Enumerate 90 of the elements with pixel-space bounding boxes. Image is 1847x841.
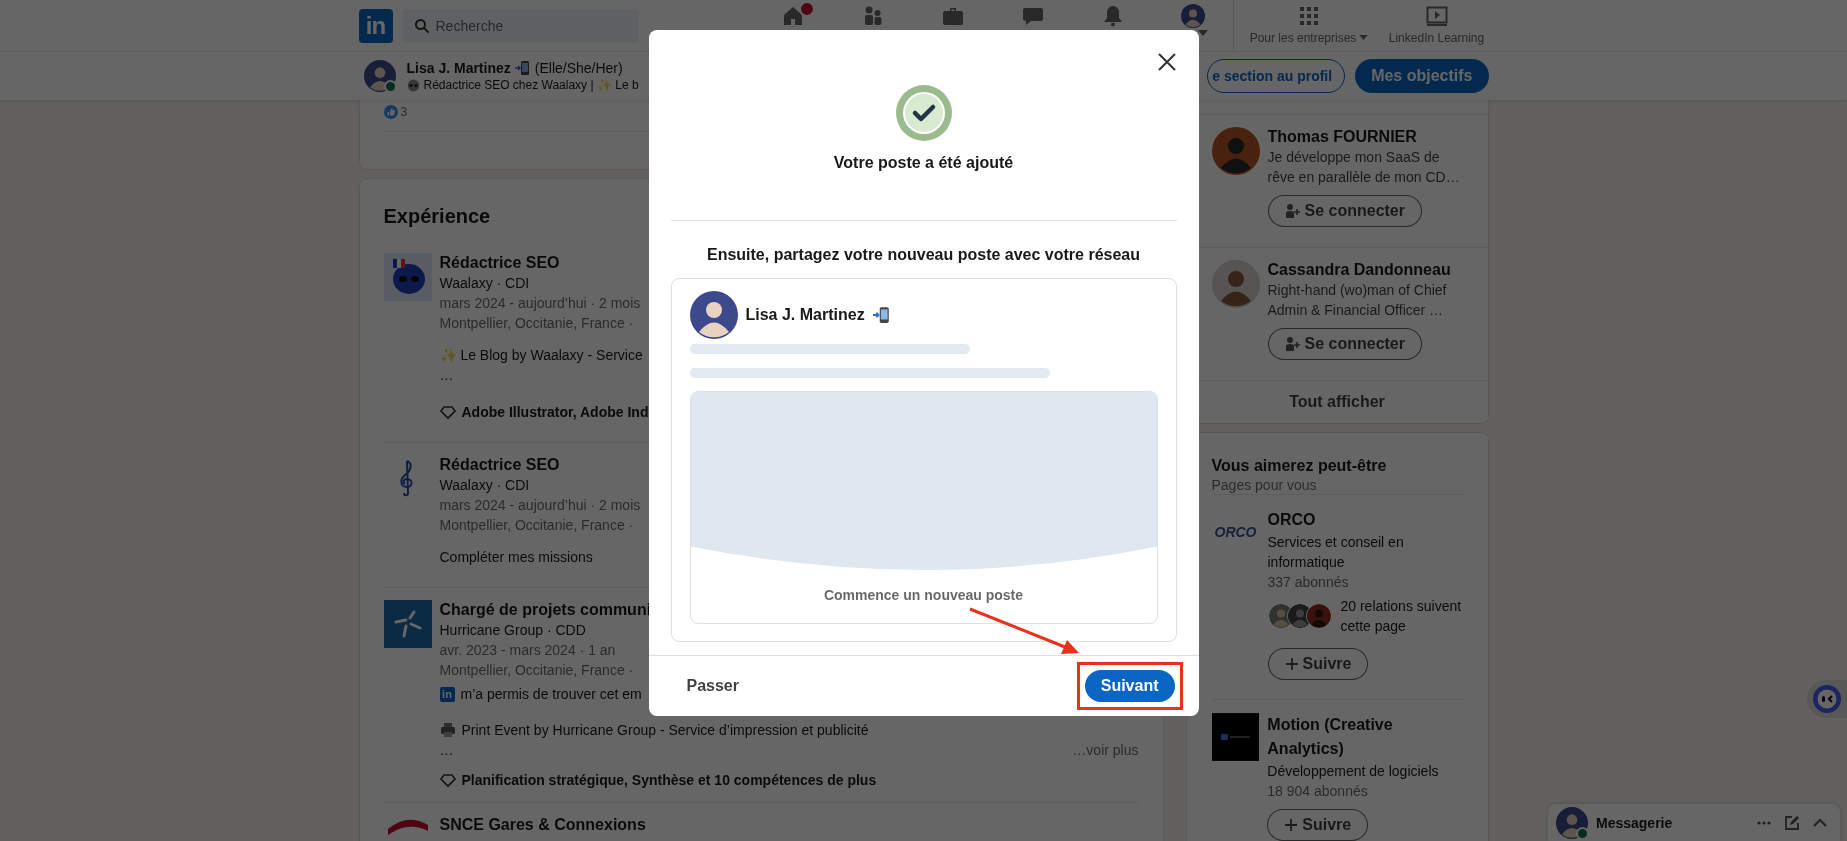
company-text: Hurricane Group · CDD <box>439 621 586 640</box>
phone-icon <box>872 306 891 324</box>
page-name[interactable]: Motion (Creative Analytics) <box>1267 713 1463 761</box>
page-description: Services et conseil en informatique <box>1267 533 1405 572</box>
company-logo <box>383 253 432 301</box>
post-preview[interactable]: Commence un nouveau poste <box>689 391 1158 624</box>
profile-name: Lisa J. Martinez <box>406 60 511 76</box>
messaging-bar[interactable]: Messagerie <box>1548 804 1840 841</box>
reaction-count[interactable]: 3 <box>400 105 408 119</box>
profile-avatar <box>1556 806 1588 839</box>
dates-text: mars 2024 - aujourd’hui · 2 mois <box>439 294 641 313</box>
alien-icon <box>406 78 420 92</box>
description-text: ✨ Le Blog by Waalaxy - Service <box>439 346 643 365</box>
company-text: Waalaxy · CDI <box>439 274 530 293</box>
headline-text: Rédactrice SEO chez Waalaxy | ✨ Le b <box>423 78 639 92</box>
plus-icon <box>1284 818 1299 832</box>
connect-button[interactable]: Se connecter <box>1267 195 1422 227</box>
page-name[interactable]: ORCO <box>1267 508 1464 532</box>
dates-text: mars 2024 - aujourd’hui · 2 mois <box>439 496 641 515</box>
location-text: Montpellier, Occitanie, France · <box>439 661 634 680</box>
nav-link[interactable]: Pour les entreprises <box>1249 30 1369 45</box>
followers-text: 18 904 abonnés <box>1267 782 1369 801</box>
search-field[interactable]: Recherche <box>401 8 639 43</box>
followers-text: 337 abonnés <box>1267 573 1350 592</box>
show-all-link[interactable]: Tout afficher <box>1289 393 1385 411</box>
dialog-prompt: Ensuite, partagez votre nouveau poste avec votre réseau <box>706 245 1140 265</box>
check-icon <box>895 85 952 141</box>
company-text: Waalaxy · CDI <box>439 476 530 495</box>
page-description: Développement de logiciels <box>1267 762 1440 781</box>
logo-icon: in <box>439 686 455 702</box>
search-icon <box>413 17 430 34</box>
person-headline: Right-hand (wo)man of Chief Admin & Financial Officer … <box>1267 281 1448 320</box>
location-text: Montpellier, Occitanie, France · <box>439 516 634 535</box>
assistant-button[interactable] <box>1807 680 1847 718</box>
diamond-icon <box>439 404 456 420</box>
app-logo[interactable]: in <box>358 8 393 43</box>
connection-avatar <box>1305 603 1332 629</box>
robot-icon <box>1813 685 1841 713</box>
ellipsis-text: … <box>439 366 454 385</box>
author-name: Lisa J. Martinez <box>745 306 865 324</box>
add-person-icon <box>1284 336 1301 352</box>
follow-button[interactable]: Suivre <box>1267 809 1369 841</box>
section-title: Expérience <box>383 204 492 228</box>
caret-icon <box>1359 35 1369 40</box>
caret-icon[interactable] <box>1197 29 1208 36</box>
dates-text: avr. 2023 - mars 2024 · 1 an <box>439 641 616 660</box>
job-title[interactable]: SNCE Gares & Connexions <box>439 815 646 835</box>
plus-icon <box>1284 657 1299 671</box>
section-subtitle: Pages pour vous <box>1211 476 1318 494</box>
description-text: Print Event by Hurricane Group - Service d’impression et publicité <box>461 721 869 740</box>
dialog-title: Votre poste a été ajouté <box>833 153 1014 173</box>
pronouns-text: (Elle/She/Her) <box>534 60 623 76</box>
add-section-button[interactable]: e section au profil <box>1207 59 1346 93</box>
profile-avatar <box>363 60 396 92</box>
skip-button[interactable]: Passer <box>678 670 747 702</box>
company-logo <box>1211 713 1260 761</box>
add-person-icon <box>1284 203 1301 219</box>
author-avatar <box>689 291 738 339</box>
person-avatar <box>1211 260 1260 308</box>
messaging-title[interactable]: Messagerie <box>1596 814 1746 831</box>
skills-text: Planification stratégique, Synthèse et 10 compétences de plus <box>461 771 877 790</box>
phone-icon <box>514 60 531 76</box>
action-link[interactable]: Compléter mes missions <box>439 547 593 567</box>
person-avatar <box>1211 127 1260 175</box>
company-logo <box>387 819 428 835</box>
relations-text: 20 relations suivent cette page <box>1340 597 1463 636</box>
skills-text: Adobe Illustrator, Adobe Ind <box>461 403 649 422</box>
see-more-link[interactable]: …voir plus <box>1072 740 1139 760</box>
ellipsis-text: … <box>439 741 454 760</box>
profile-avatar <box>1180 3 1205 28</box>
next-button[interactable]: Suivant <box>1084 670 1175 702</box>
person-name[interactable]: Thomas FOURNIER <box>1267 127 1463 147</box>
job-title[interactable]: Chargé de projets communi <box>439 600 652 620</box>
objectives-button[interactable]: Mes objectifs <box>1355 59 1489 93</box>
nav-link[interactable]: LinkedIn Learning <box>1388 30 1485 45</box>
diamond-icon <box>439 772 456 788</box>
job-title[interactable]: Rédactrice SEO <box>439 253 560 273</box>
job-title[interactable]: Rédactrice SEO <box>439 455 560 475</box>
close-icon <box>1157 53 1176 71</box>
preview-caption: Commence un nouveau poste <box>823 586 1024 605</box>
like-icon <box>383 105 398 119</box>
printer-icon <box>439 722 456 738</box>
connect-button[interactable]: Se connecter <box>1267 328 1422 360</box>
location-text: Montpellier, Occitanie, France · <box>439 314 634 333</box>
company-logo <box>383 600 432 648</box>
description-text: m’a permis de trouver cet em <box>460 685 642 704</box>
person-name[interactable]: Cassandra Dandonneau <box>1267 260 1463 280</box>
section-title: Vous aimerez peut-être <box>1211 456 1388 476</box>
person-headline: Je développe mon SaaS de rêve en parallèle de mon CD… <box>1267 148 1461 187</box>
follow-button[interactable]: Suivre <box>1267 648 1369 680</box>
